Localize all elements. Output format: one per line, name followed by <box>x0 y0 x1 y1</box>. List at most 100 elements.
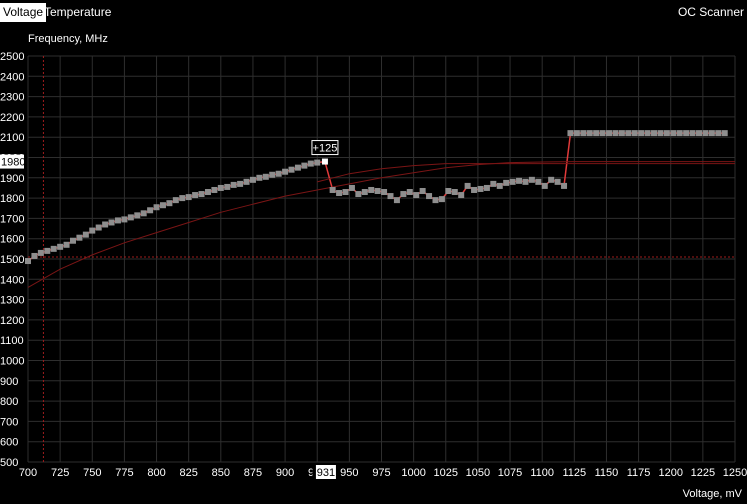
curve-point[interactable] <box>44 247 51 254</box>
curve-point[interactable] <box>95 224 102 231</box>
curve-point[interactable] <box>25 258 31 265</box>
vf-curve-chart[interactable]: Frequency, MHz Voltage, mV 700 725 750 775 8… <box>0 24 747 501</box>
curve-point[interactable] <box>89 227 96 234</box>
curve-point[interactable] <box>586 130 593 137</box>
curve-point[interactable] <box>715 130 722 137</box>
curve-point[interactable] <box>477 185 484 192</box>
curve-point[interactable] <box>438 196 445 203</box>
curve-point[interactable] <box>631 130 638 137</box>
curve-point[interactable] <box>102 221 109 228</box>
curve-point[interactable] <box>348 184 355 191</box>
curve-point[interactable] <box>535 178 542 185</box>
curve-point[interactable] <box>625 130 632 137</box>
curve-point[interactable] <box>76 234 83 241</box>
curve-point[interactable] <box>567 130 574 137</box>
curve-point[interactable] <box>179 195 186 202</box>
curve-point[interactable] <box>426 193 433 200</box>
tab-temperature[interactable]: Temperature <box>41 3 114 22</box>
curve-point[interactable] <box>548 176 555 183</box>
curve-point[interactable] <box>159 202 166 209</box>
curve-point[interactable] <box>599 130 606 137</box>
curve-point[interactable] <box>618 130 625 137</box>
curve-point[interactable] <box>509 178 516 185</box>
curve-point[interactable] <box>657 130 664 137</box>
curve-point[interactable] <box>612 130 619 137</box>
curve-point[interactable] <box>307 160 314 167</box>
curve-point[interactable] <box>288 166 295 173</box>
curve-point[interactable] <box>172 197 179 204</box>
selected-curve-point[interactable] <box>321 158 328 165</box>
curve-point[interactable] <box>314 159 321 166</box>
curve-point[interactable] <box>127 214 134 221</box>
curve-point[interactable] <box>721 130 728 137</box>
curve-point[interactable] <box>211 186 218 193</box>
curve-point[interactable] <box>185 194 192 201</box>
curve-point[interactable] <box>496 182 503 189</box>
curve-point[interactable] <box>406 189 413 196</box>
curve-point[interactable] <box>702 130 709 137</box>
curve-point[interactable] <box>249 176 256 183</box>
curve-point[interactable] <box>464 182 471 189</box>
curve-point[interactable] <box>301 162 308 169</box>
curve-point[interactable] <box>483 184 490 191</box>
curve-point[interactable] <box>554 178 561 185</box>
curve-point[interactable] <box>37 249 44 256</box>
curve-point[interactable] <box>57 243 64 250</box>
curve-point[interactable] <box>256 174 263 181</box>
curve-point[interactable] <box>140 210 147 217</box>
curve-point[interactable] <box>413 192 420 199</box>
curve-point[interactable] <box>108 219 115 226</box>
tab-voltage[interactable]: Voltage <box>0 3 47 22</box>
curve-point[interactable] <box>670 130 677 137</box>
curve-point[interactable] <box>638 130 645 137</box>
curve-point[interactable] <box>262 173 269 180</box>
curve-point[interactable] <box>606 130 613 137</box>
curve-point[interactable] <box>50 245 57 252</box>
curve-point[interactable] <box>153 204 160 211</box>
curve-point[interactable] <box>445 187 452 194</box>
curve-point[interactable] <box>471 186 478 193</box>
curve-point[interactable] <box>134 212 141 219</box>
curve-point[interactable] <box>676 130 683 137</box>
curve-point[interactable] <box>541 182 548 189</box>
curve-point[interactable] <box>593 130 600 137</box>
curve-point[interactable] <box>503 179 510 186</box>
curve-point[interactable] <box>522 178 529 185</box>
curve-point[interactable] <box>217 184 224 191</box>
curve-point[interactable] <box>432 197 439 204</box>
oc-scanner-button[interactable]: OC Scanner <box>675 3 747 22</box>
curve-point[interactable] <box>355 191 362 198</box>
curve-point[interactable] <box>573 130 580 137</box>
curve-point[interactable] <box>651 130 658 137</box>
curve-point[interactable] <box>82 231 89 238</box>
curve-point[interactable] <box>393 197 400 204</box>
curve-point[interactable] <box>114 217 121 224</box>
curve-point[interactable] <box>490 180 497 187</box>
curve-points[interactable] <box>25 130 728 265</box>
curve-point[interactable] <box>683 130 690 137</box>
curve-point[interactable] <box>400 191 407 198</box>
curve-point[interactable] <box>204 189 211 196</box>
curve-point[interactable] <box>69 237 76 244</box>
curve-point[interactable] <box>458 192 465 199</box>
curve-point[interactable] <box>294 164 301 171</box>
curve-point[interactable] <box>580 130 587 137</box>
curve-point[interactable] <box>368 186 375 193</box>
curve-point[interactable] <box>528 176 535 183</box>
curve-point[interactable] <box>230 181 237 188</box>
curve-point[interactable] <box>644 130 651 137</box>
curve-point[interactable] <box>237 180 244 187</box>
vf-curve-plot[interactable]: Frequency, MHz Voltage, mV 700 725 750 775 8… <box>0 24 747 501</box>
curve-point[interactable] <box>374 187 381 194</box>
curve-point[interactable] <box>516 177 523 184</box>
curve-point[interactable] <box>387 193 394 200</box>
curve-point[interactable] <box>419 187 426 194</box>
curve-point[interactable] <box>381 189 388 196</box>
curve-point[interactable] <box>121 216 128 223</box>
curve-point[interactable] <box>561 182 568 189</box>
curve-point[interactable] <box>696 130 703 137</box>
curve-point[interactable] <box>451 189 458 196</box>
curve-point[interactable] <box>63 241 70 248</box>
curve-point[interactable] <box>336 190 343 197</box>
curve-point[interactable] <box>31 252 38 259</box>
